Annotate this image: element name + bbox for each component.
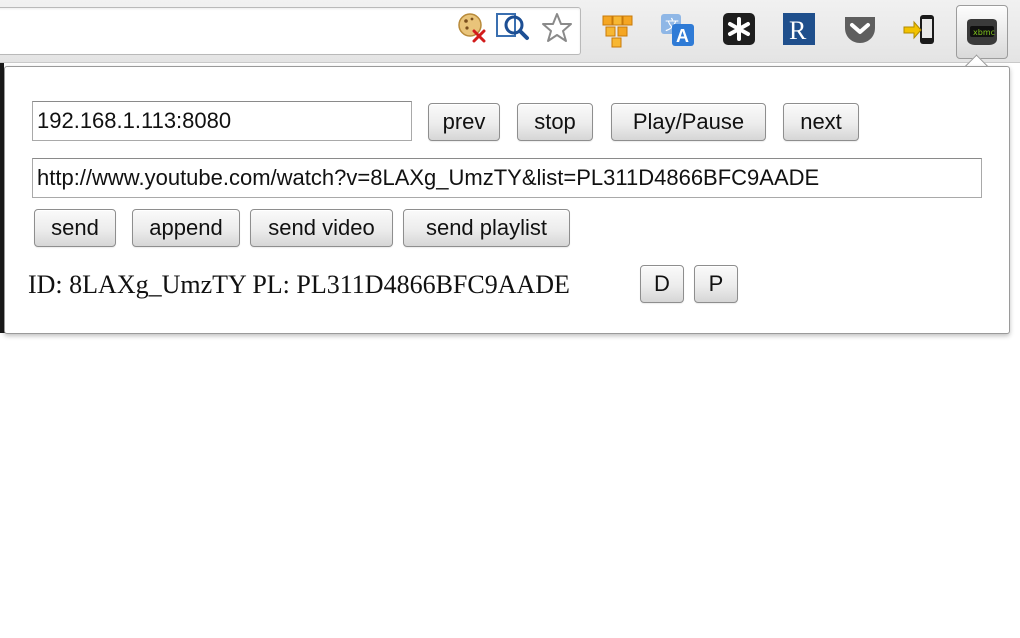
send-video-button[interactable]: send video (250, 209, 393, 247)
browser-toolbar: 文 A R xbmc (0, 0, 1020, 63)
playlist-id-value: PL311D4866BFC9AADE (296, 270, 570, 299)
p-button[interactable]: P (694, 265, 738, 303)
stop-button[interactable]: stop (517, 103, 593, 141)
send-button[interactable]: send (34, 209, 116, 247)
xbmc-remote-icon: xbmc (965, 17, 999, 47)
pocket-icon[interactable] (842, 12, 876, 46)
cookie-remove-icon[interactable] (456, 11, 486, 43)
append-button[interactable]: append (132, 209, 240, 247)
translate-icon[interactable]: 文 A (660, 12, 694, 46)
send-to-phone-icon[interactable] (902, 12, 936, 46)
d-button[interactable]: D (640, 265, 684, 303)
play-pause-button[interactable]: Play/Pause (611, 103, 766, 141)
send-playlist-button[interactable]: send playlist (403, 209, 570, 247)
video-id-label: ID: (28, 270, 63, 299)
xbmc-label: xbmc (973, 28, 995, 37)
search-magnifier-icon[interactable] (494, 11, 529, 41)
xbmc-remote-button[interactable]: xbmc (956, 5, 1008, 59)
asterisk-extension-icon[interactable] (722, 12, 756, 46)
r-extension-icon[interactable]: R (782, 12, 816, 46)
url-input[interactable] (32, 158, 982, 198)
id-info-line: ID: 8LAXg_UmzTY PL: PL311D4866BFC9AADE (28, 266, 570, 304)
prev-button[interactable]: prev (428, 103, 500, 141)
next-button[interactable]: next (783, 103, 859, 141)
boxes-extension-icon[interactable] (600, 12, 634, 48)
svg-text:A: A (676, 26, 689, 46)
bookmark-star-icon[interactable] (540, 11, 572, 42)
r-extension-label: R (789, 16, 807, 45)
video-id-value: 8LAXg_UmzTY (69, 270, 246, 299)
host-input[interactable] (32, 101, 412, 141)
playlist-id-label: PL: (252, 270, 290, 299)
